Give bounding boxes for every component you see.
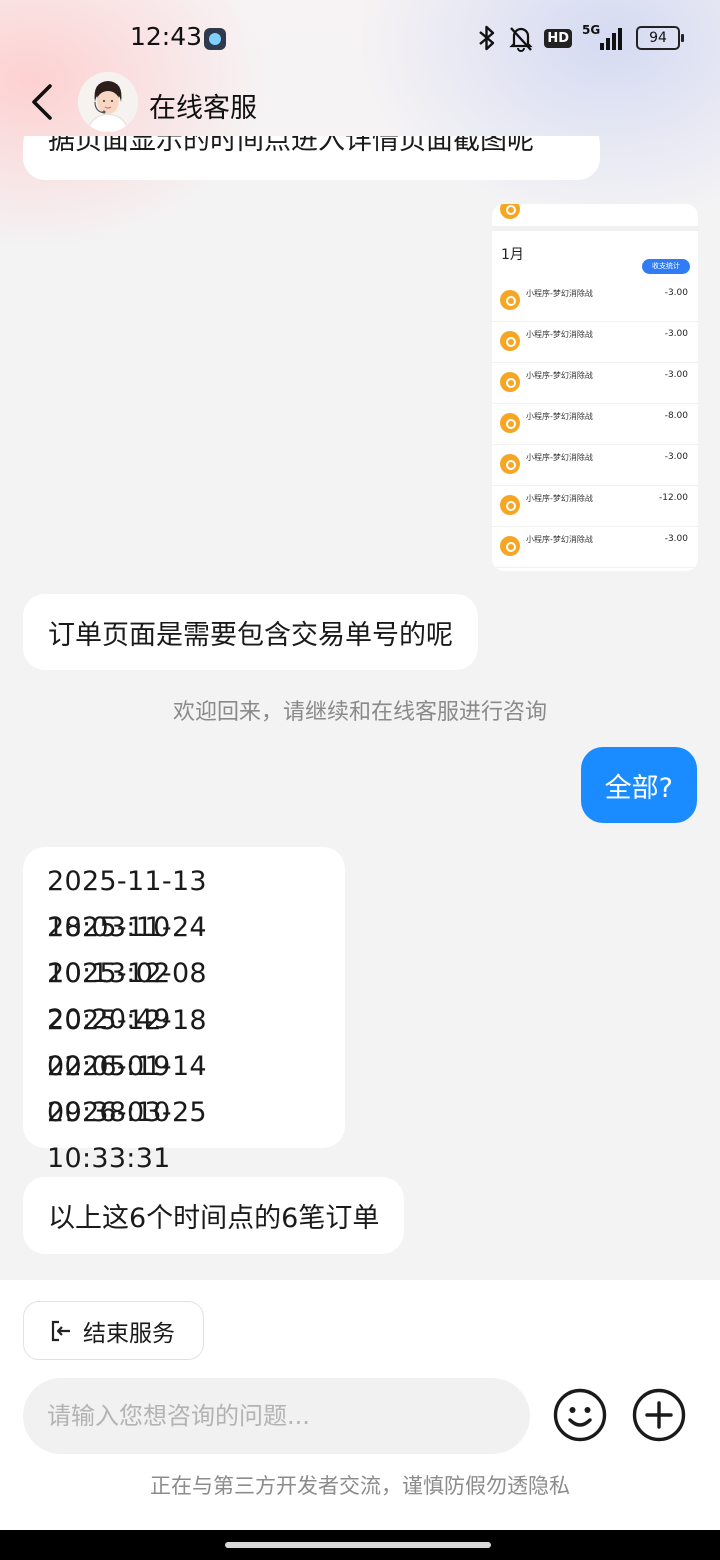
row-name: 小程序-梦幻消除战 bbox=[526, 330, 593, 339]
status-bar: 12:43 HD 5G 94 bbox=[0, 0, 720, 76]
coin-icon bbox=[500, 454, 520, 474]
row-amount: -3.00 bbox=[664, 452, 688, 462]
coin-icon bbox=[500, 372, 520, 392]
screenshot-image[interactable]: 1月 收支统计 小程序-梦幻消除战 -3.00 小程序-梦幻消除战 -3.00 小程序-… bbox=[492, 204, 698, 571]
screenshot-row: 小程序-梦幻消除战 -3.00 bbox=[492, 362, 698, 404]
emoji-icon bbox=[553, 1388, 607, 1442]
row-name: 小程序-梦幻消除战 bbox=[526, 494, 593, 503]
screenshot-row: 小程序-梦幻消除战 -3.00 bbox=[492, 280, 698, 322]
message-text: 订单页面是需要包含交易单号的呢 bbox=[48, 619, 453, 651]
row-name: 小程序-梦幻消除战 bbox=[526, 453, 593, 462]
row-name: 小程序-梦幻消除战 bbox=[526, 535, 593, 544]
screenshot-row: 小程序-梦幻消除战 -3.00 bbox=[492, 444, 698, 486]
chat-header: 在线客服 bbox=[0, 70, 720, 136]
row-name: 小程序-梦幻消除战 bbox=[526, 289, 593, 298]
row-amount: -3.00 bbox=[664, 329, 688, 339]
system-nav-bar bbox=[0, 1530, 720, 1560]
status-icons: HD 5G 94 bbox=[476, 24, 684, 52]
row-amount: -3.00 bbox=[664, 288, 688, 298]
privacy-disclaimer: 正在与第三方开发者交流，谨慎防假勿透隐私 bbox=[150, 1474, 570, 1498]
emoji-button[interactable] bbox=[553, 1388, 607, 1442]
coin-icon bbox=[500, 413, 520, 433]
coin-icon bbox=[500, 204, 520, 219]
back-arrow-icon bbox=[32, 84, 52, 120]
agent-message-times: 2025-11-13 18:03:10 2025-11-24 10:13:02 … bbox=[23, 847, 345, 1174]
coin-icon bbox=[500, 290, 520, 310]
plus-icon bbox=[632, 1388, 686, 1442]
end-service-button[interactable]: 结束服务 bbox=[23, 1301, 204, 1360]
hd-icon: HD bbox=[544, 24, 572, 52]
message-text: 全部? bbox=[604, 772, 673, 804]
agent-message: 订单页面是需要包含交易单号的呢 bbox=[23, 594, 478, 670]
time-line: 2026-01-14 09:38:10 bbox=[47, 1050, 207, 1128]
input-panel: 结束服务 正在与第三方开发者交流，谨慎防假勿透隐私 bbox=[0, 1280, 720, 1530]
screenshot-row: 小程序-梦幻消除战 -3.00 bbox=[492, 526, 698, 568]
home-indicator[interactable] bbox=[225, 1542, 491, 1548]
screenshot-month: 1月 bbox=[501, 247, 524, 263]
agent-message: 以上这6个时间点的6笔订单 bbox=[23, 1177, 405, 1254]
screenshot-row: 小程序-梦幻消除战 -8.00 bbox=[492, 403, 698, 445]
bluetooth-icon bbox=[476, 24, 498, 52]
system-note: 欢迎回来，请继续和在线客服进行咨询 bbox=[172, 700, 547, 725]
chat-area[interactable]: 据页面显示的时间点进入详情页面截图呢 1月 收支统计 小程序-梦幻消除战 -3.0… bbox=[0, 136, 720, 1280]
end-service-label: 结束服务 bbox=[83, 1320, 175, 1347]
message-input[interactable] bbox=[23, 1378, 530, 1454]
time-line: 2025-11-13 18:03:10 bbox=[47, 866, 207, 943]
coin-icon bbox=[500, 536, 520, 556]
message-text: 以上这6个时间点的6笔订单 bbox=[48, 1203, 380, 1234]
coin-icon bbox=[500, 331, 520, 351]
time-line: 2026-03-25 10:33:31 bbox=[47, 1096, 207, 1174]
screenshot-row: 小程序-梦幻消除战 -12.00 bbox=[492, 485, 698, 527]
screenshot-stats-button: 收支统计 bbox=[642, 259, 690, 274]
more-button[interactable] bbox=[632, 1388, 686, 1442]
time-line: 2025-11-24 10:13:02 bbox=[47, 912, 207, 990]
screenshot-top-row bbox=[492, 204, 698, 231]
screenshot-row: 小程序-梦幻消除战 -3.00 bbox=[492, 321, 698, 363]
signal-icon: 5G bbox=[582, 24, 626, 52]
message-text: 据页面显示的时间点进入详情页面截图呢 bbox=[48, 136, 534, 156]
coin-icon bbox=[500, 495, 520, 515]
row-amount: -12.00 bbox=[658, 493, 688, 503]
back-button[interactable] bbox=[28, 82, 58, 122]
exit-icon bbox=[51, 1320, 70, 1342]
time-line: 2025-12-18 02:05:19 bbox=[47, 1004, 207, 1082]
row-amount: -3.00 bbox=[664, 370, 688, 380]
row-amount: -8.00 bbox=[664, 411, 688, 421]
notification-app-icon bbox=[204, 28, 226, 50]
row-name: 小程序-梦幻消除战 bbox=[526, 412, 593, 421]
agent-message-cut: 据页面显示的时间点进入详情页面截图呢 bbox=[23, 136, 600, 180]
header-title: 在线客服 bbox=[149, 93, 257, 124]
mute-bell-icon bbox=[508, 24, 534, 52]
time-line: 2025-12-08 20:20:49 bbox=[47, 958, 207, 1036]
agent-avatar[interactable] bbox=[78, 72, 138, 132]
status-time: 12:43 bbox=[130, 22, 203, 51]
row-amount: -3.00 bbox=[664, 534, 688, 544]
row-name: 小程序-梦幻消除战 bbox=[526, 371, 593, 380]
user-message: 全部? bbox=[580, 747, 697, 823]
battery-icon: 94 bbox=[636, 24, 684, 52]
